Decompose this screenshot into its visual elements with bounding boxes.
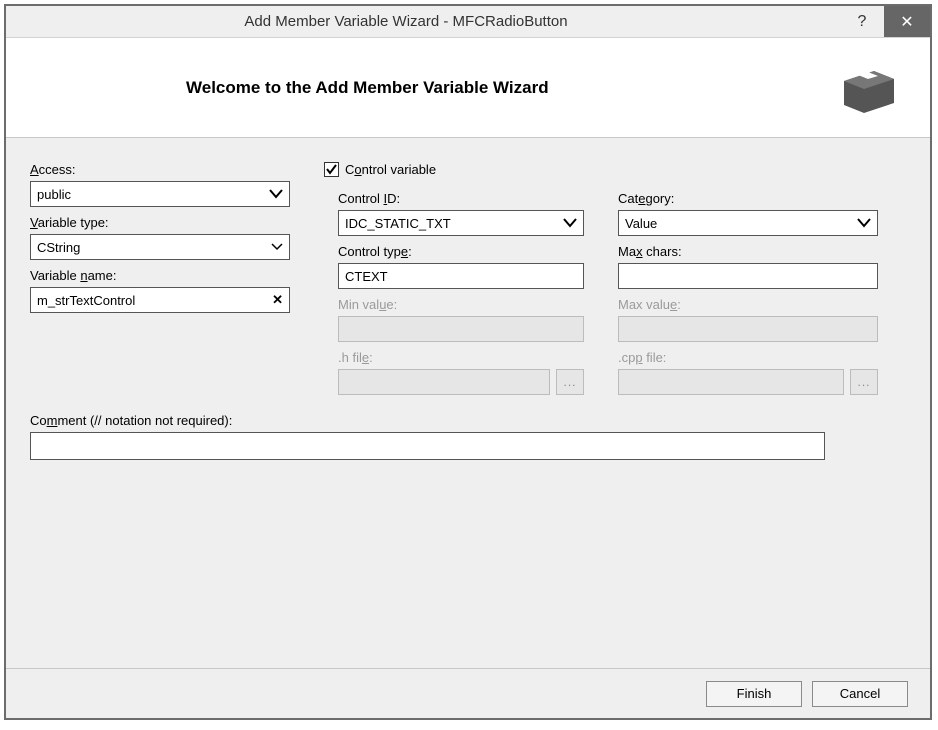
column-middle: Control variable Control ID: IDC_STATIC_… [324,154,584,395]
chevron-down-icon [563,218,577,228]
control-type-input[interactable]: CTEXT [338,263,584,289]
chevron-down-icon [857,218,871,228]
titlebar: Add Member Variable Wizard - MFCRadioBut… [6,6,930,38]
category-combo[interactable]: Value [618,210,878,236]
h-file-label: .h file: [338,350,584,365]
category-label: Category: [618,191,878,206]
help-button[interactable]: ? [840,6,884,37]
variable-type-combo[interactable]: CString [30,234,290,260]
variable-type-label: Variable type: [30,215,290,230]
variable-name-value: m_strTextControl [37,293,135,308]
access-value: public [37,187,71,202]
access-combo[interactable]: public [30,181,290,207]
control-variable-label: Control variable [345,162,436,177]
cpp-file-browse-button: ... [850,369,878,395]
control-id-label: Control ID: [338,191,584,206]
content-area: Access: public Variable type: CString Va… [6,138,930,668]
access-label: Access: [30,162,290,177]
finish-button[interactable]: Finish [706,681,802,707]
help-icon: ? [858,13,867,31]
footer: Finish Cancel [6,668,930,718]
h-file-browse-button: ... [556,369,584,395]
min-value-input [338,316,584,342]
max-chars-label: Max chars: [618,244,878,259]
cancel-button[interactable]: Cancel [812,681,908,707]
cpp-file-input [618,369,844,395]
category-value: Value [625,216,657,231]
variable-name-label: Variable name: [30,268,290,283]
variable-name-input[interactable]: m_strTextControl ✕ [30,287,290,313]
control-variable-checkbox[interactable] [324,162,339,177]
titlebar-buttons: ? ✕ [840,6,930,37]
column-left: Access: public Variable type: CString Va… [30,154,290,313]
max-value-input [618,316,878,342]
control-variable-checkbox-row[interactable]: Control variable [324,162,584,177]
check-icon [326,164,337,175]
ellipsis-icon: ... [563,375,576,389]
variable-type-value: CString [37,240,80,255]
window-title: Add Member Variable Wizard - MFCRadioBut… [12,13,840,30]
column-right: Category: Value Max chars: Max value: .c… [618,154,878,395]
banner: Welcome to the Add Member Variable Wizar… [6,38,930,138]
chevron-down-icon [269,189,283,199]
control-id-value: IDC_STATIC_TXT [345,216,451,231]
comment-block: Comment (// notation not required): [30,405,906,460]
chevron-down-icon [271,243,283,251]
max-chars-input[interactable] [618,263,878,289]
wizard-dialog: Add Member Variable Wizard - MFCRadioBut… [4,4,932,720]
clear-icon[interactable]: ✕ [272,292,283,308]
banner-heading: Welcome to the Add Member Variable Wizar… [36,78,820,98]
max-value-label: Max value: [618,297,878,312]
ellipsis-icon: ... [857,375,870,389]
cpp-file-label: .cpp file: [618,350,878,365]
comment-input[interactable] [30,432,825,460]
comment-label: Comment (// notation not required): [30,413,906,428]
control-type-value: CTEXT [345,269,388,284]
close-icon: ✕ [900,12,913,32]
close-button[interactable]: ✕ [884,6,930,37]
control-type-label: Control type: [338,244,584,259]
banner-icon [820,63,900,113]
min-value-label: Min value: [338,297,584,312]
box-icon [834,63,900,113]
h-file-input [338,369,550,395]
control-id-combo[interactable]: IDC_STATIC_TXT [338,210,584,236]
